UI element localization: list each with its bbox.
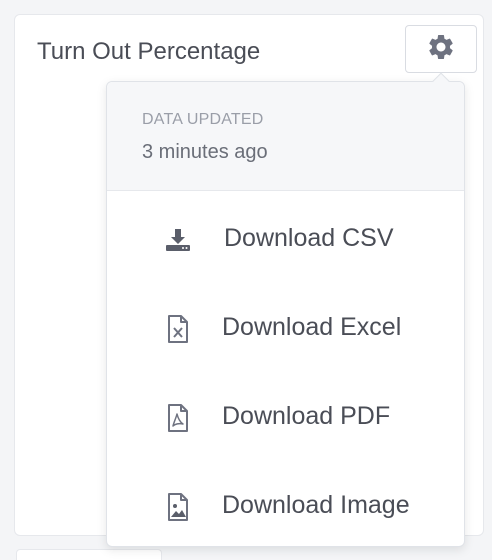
download-popover: DATA UPDATED 3 minutes ago Download CSV … <box>106 72 465 547</box>
excel-file-icon <box>163 314 193 344</box>
popover-header: DATA UPDATED 3 minutes ago <box>107 82 464 191</box>
download-pdf-label: Download PDF <box>222 402 391 430</box>
settings-button[interactable] <box>405 25 477 73</box>
data-updated-value: 3 minutes ago <box>142 141 268 163</box>
download-image-label: Download Image <box>222 491 410 519</box>
download-excel-label: Download Excel <box>222 313 402 341</box>
download-csv-item[interactable]: Download CSV <box>107 203 464 273</box>
pdf-file-icon <box>163 403 193 433</box>
download-csv-label: Download CSV <box>224 224 394 252</box>
download-pdf-item[interactable]: Download PDF <box>107 381 464 451</box>
image-file-icon <box>163 492 193 522</box>
download-excel-item[interactable]: Download Excel <box>107 292 464 362</box>
data-updated-label: DATA UPDATED <box>142 111 264 128</box>
next-card-edge <box>16 549 162 560</box>
card-title: Turn Out Percentage <box>37 38 261 65</box>
download-image-item[interactable]: Download Image <box>107 470 464 540</box>
download-icon <box>163 225 193 255</box>
gear-icon <box>426 32 456 67</box>
